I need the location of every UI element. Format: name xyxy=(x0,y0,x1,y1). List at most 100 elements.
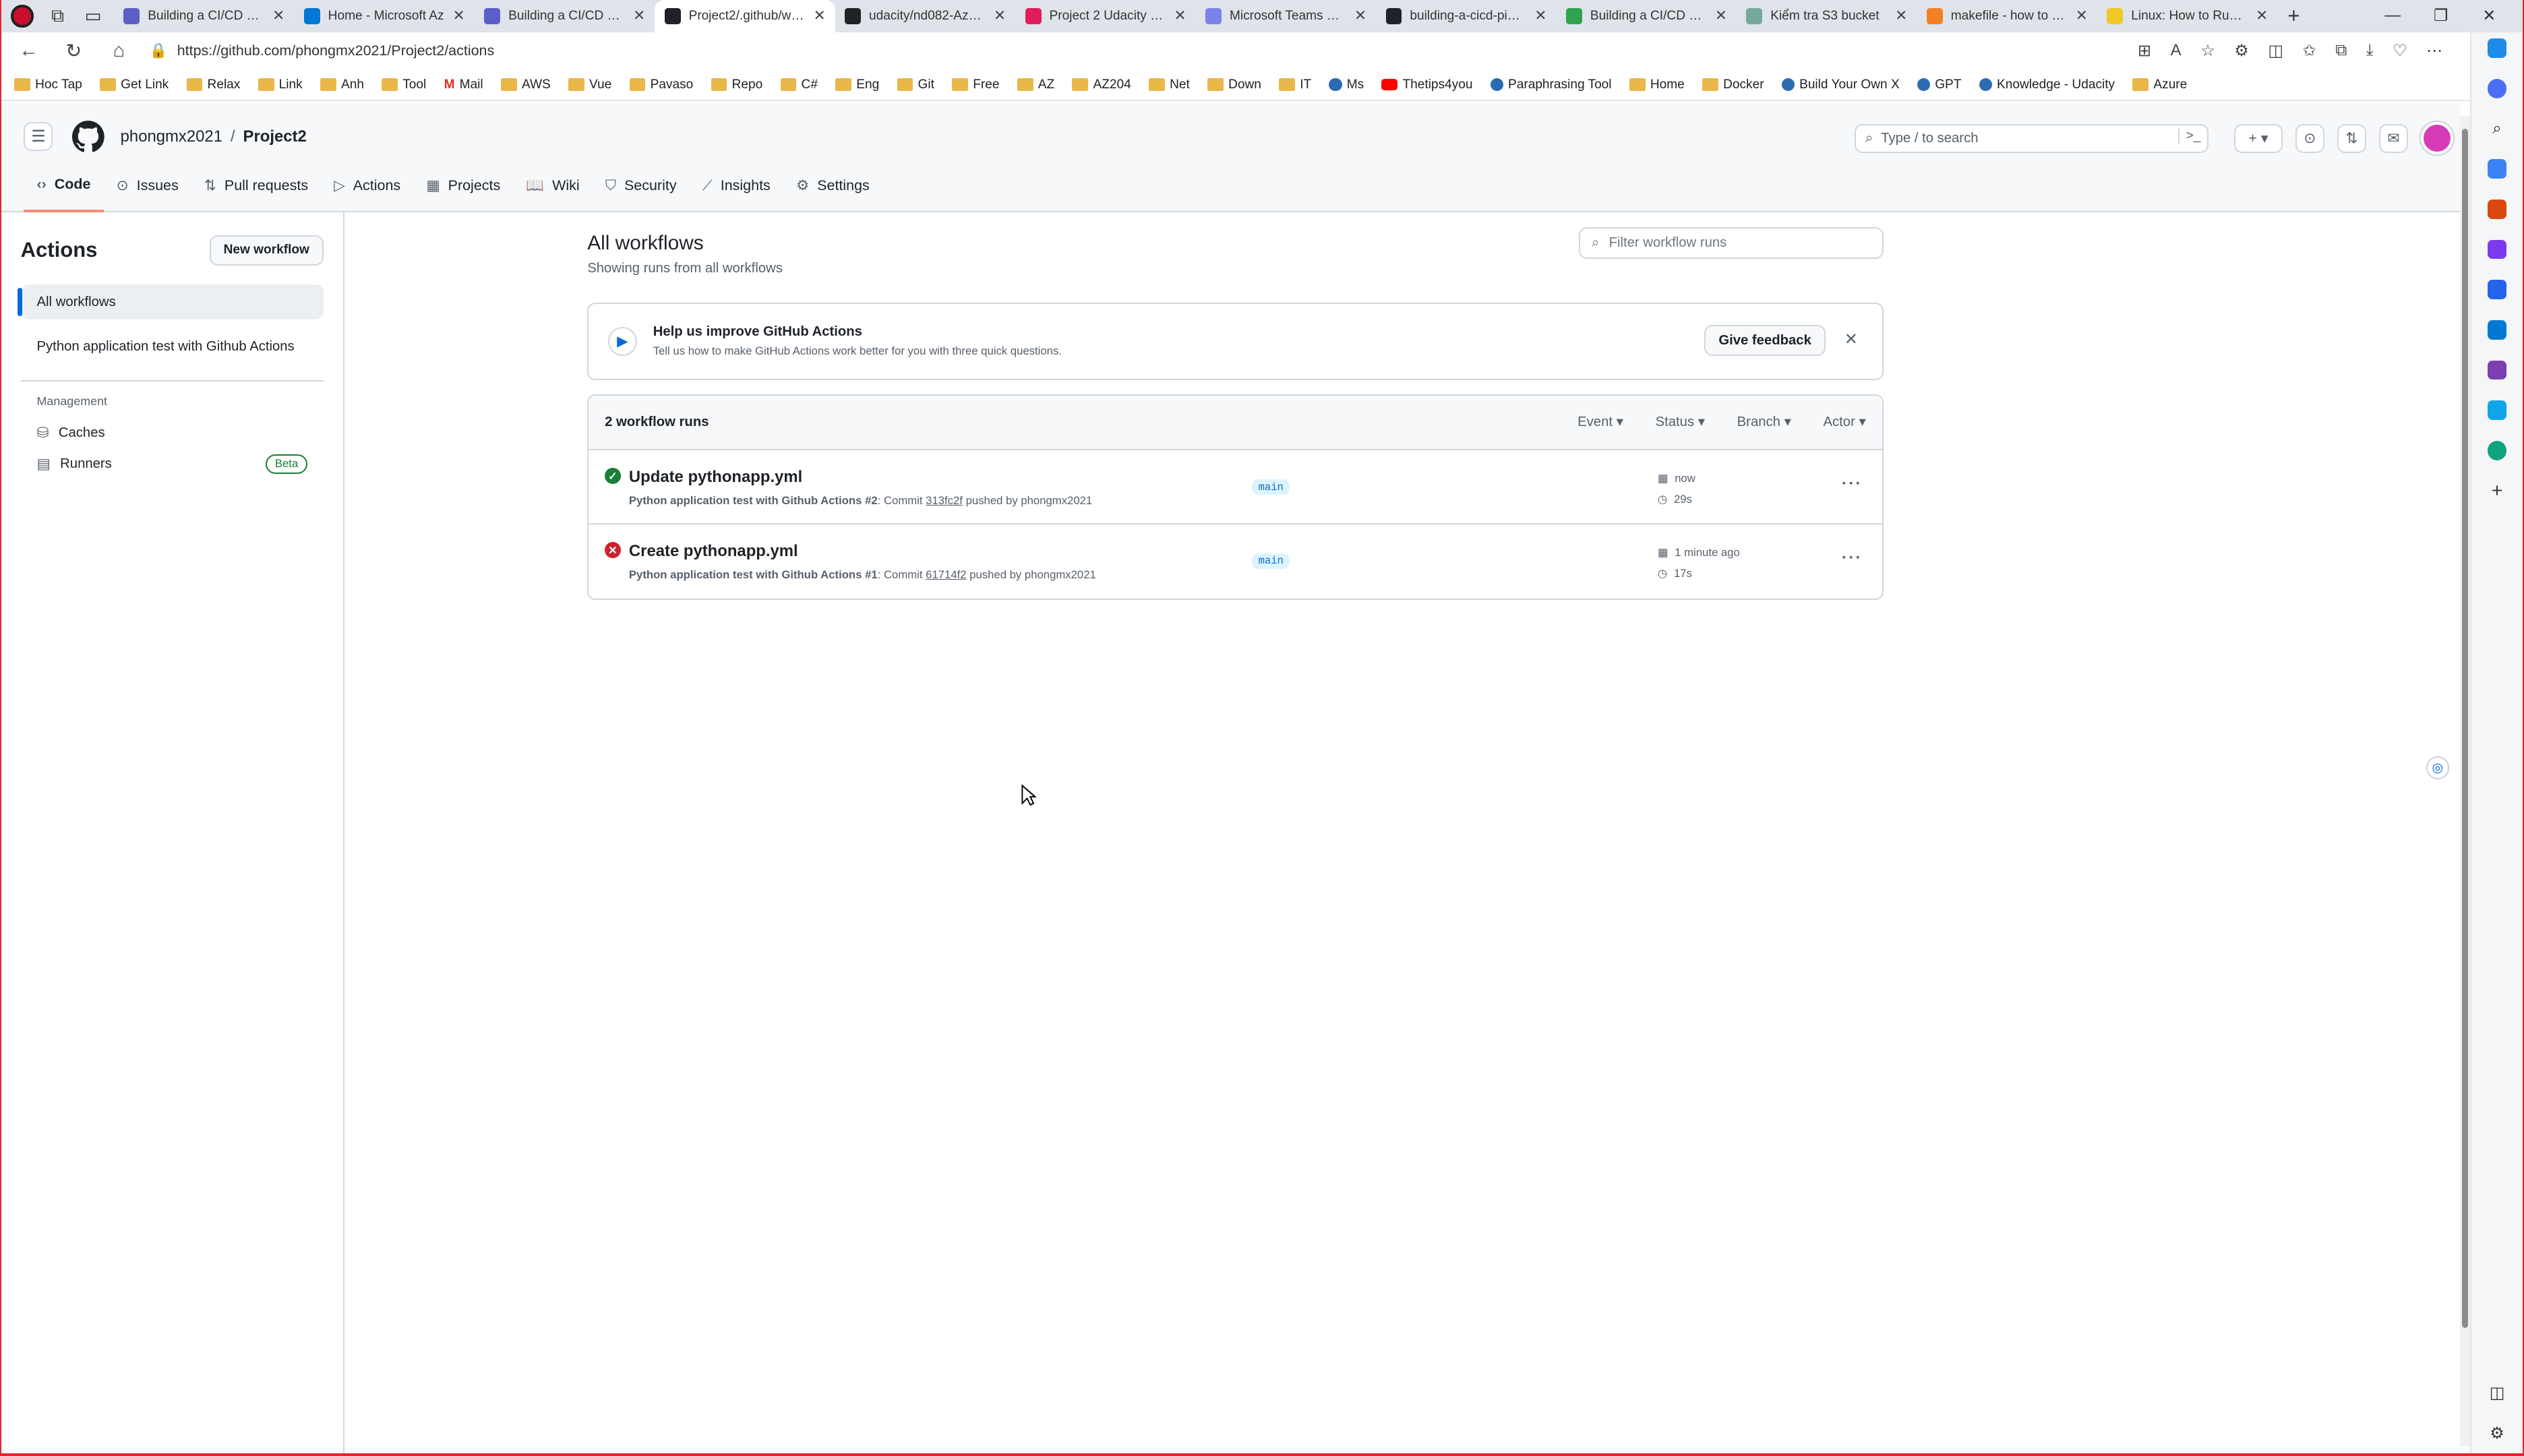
bookmark-item[interactable]: AWS xyxy=(500,78,551,92)
browser-tab[interactable]: Kiểm tra S3 bucket ✕ xyxy=(1737,0,1917,32)
command-palette-icon[interactable]: >_ xyxy=(2178,128,2200,144)
bookmark-item[interactable]: AZ xyxy=(1017,78,1054,92)
bookmark-item[interactable]: Pavaso xyxy=(629,78,693,92)
pull-requests-icon[interactable]: ⇅ xyxy=(2337,123,2366,153)
bookmark-item[interactable]: Repo xyxy=(711,78,762,92)
tab-close-icon[interactable]: ✕ xyxy=(1174,7,1186,24)
browser-tab[interactable]: Home - Microsoft Az ✕ xyxy=(295,0,475,32)
tab-close-icon[interactable]: ✕ xyxy=(994,7,1006,24)
bookmark-item[interactable]: Azure xyxy=(2132,78,2187,92)
commit-link[interactable]: 313fc2f xyxy=(926,494,963,507)
bookmark-item[interactable]: Home xyxy=(1629,78,1685,92)
extensions-icon[interactable]: ⚙ xyxy=(2234,41,2248,61)
search-icon[interactable]: ⌕ xyxy=(2488,119,2507,139)
sidebar-item-workflow[interactable]: Python application test with Github Acti… xyxy=(21,329,324,364)
bookmark-item[interactable]: Git xyxy=(897,78,934,92)
filter-actor-dropdown[interactable]: Actor ▾ xyxy=(1824,413,1866,430)
home-icon[interactable]: ⌂ xyxy=(104,40,133,62)
profile-icon[interactable] xyxy=(8,3,37,29)
bookmark-item[interactable]: Paraphrasing Tool xyxy=(1490,78,1612,92)
browser-essentials-icon[interactable]: ♡ xyxy=(2393,41,2407,61)
tab-code[interactable]: ‹› Code xyxy=(24,171,104,213)
browser-tab[interactable]: makefile - how to "ex ✕ xyxy=(1917,0,2097,32)
bookmark-item[interactable]: Link xyxy=(258,78,303,92)
run-title-link[interactable]: Update pythonapp.yml xyxy=(629,468,802,487)
browser-tab[interactable]: Linux: How to Run mu ✕ xyxy=(2097,0,2277,32)
bookmark-item[interactable]: Net xyxy=(1149,78,1190,92)
branch-badge[interactable]: main xyxy=(1252,479,1290,495)
tab-close-icon[interactable]: ✕ xyxy=(814,7,826,24)
tab-close-icon[interactable]: ✕ xyxy=(1895,7,1907,24)
toolbox-icon[interactable] xyxy=(2487,199,2507,219)
bookmark-item[interactable]: Tool xyxy=(382,78,426,92)
bookmark-item[interactable]: Get Link xyxy=(100,78,169,92)
owner-link[interactable]: phongmx2021 xyxy=(121,127,222,146)
designer-icon[interactable] xyxy=(2487,360,2507,380)
browser-tab[interactable]: building-a-cicd-pipeli ✕ xyxy=(1376,0,1556,32)
give-feedback-button[interactable]: Give feedback xyxy=(1704,324,1826,357)
settings-more-icon[interactable]: ⋯ xyxy=(2426,41,2442,61)
sidebar-item-caches[interactable]: ⛁ Caches xyxy=(21,418,324,448)
run-title-link[interactable]: Create pythonapp.yml xyxy=(629,542,798,561)
bookmark-item[interactable]: Docker xyxy=(1702,78,1764,92)
tab-close-icon[interactable]: ✕ xyxy=(1354,7,1366,24)
tab-insights[interactable]: ⟋ Insights xyxy=(690,171,783,212)
favorite-star-icon[interactable]: ☆ xyxy=(2200,41,2215,61)
browser-tab[interactable]: Project2/.github/work ✕ xyxy=(655,0,835,32)
copilot-icon[interactable] xyxy=(2487,38,2507,58)
sidebar-layout-icon[interactable]: ◫ xyxy=(2488,1384,2507,1403)
scrollbar-thumb[interactable] xyxy=(2461,129,2469,1329)
refresh-icon[interactable]: ↻ xyxy=(59,39,88,63)
commit-link[interactable]: 61714f2 xyxy=(926,568,966,581)
bookmark-item[interactable]: Hoc Tap xyxy=(14,78,82,92)
bookmark-item[interactable]: M Mail xyxy=(444,78,483,92)
tab-close-icon[interactable]: ✕ xyxy=(1534,7,1546,24)
create-new-button[interactable]: + ▾ xyxy=(2234,123,2283,153)
tab-actions[interactable]: ▷ Actions xyxy=(321,171,413,212)
bookmark-item[interactable]: Anh xyxy=(320,78,364,92)
more-options-icon[interactable]: ··· xyxy=(1842,549,1863,568)
close-icon[interactable]: ✕ xyxy=(1844,330,1858,349)
issues-icon[interactable]: ⊙ xyxy=(2295,123,2324,153)
workspaces-icon[interactable]: ⧉ xyxy=(43,3,72,29)
more-options-icon[interactable]: ··· xyxy=(1842,475,1863,493)
tab-settings[interactable]: ⚙ Settings xyxy=(783,171,882,212)
tab-issues[interactable]: ⊙ Issues xyxy=(104,171,191,212)
url-field[interactable]: 🔒 https://github.com/phongmx2021/Project… xyxy=(150,42,2122,59)
sidebar-settings-icon[interactable]: ⚙ xyxy=(2488,1424,2507,1444)
browser-tab[interactable]: Project 2 Udacity | Tr ✕ xyxy=(1015,0,1195,32)
bookmark-item[interactable]: Vue xyxy=(568,78,611,92)
maximize-icon[interactable]: ❐ xyxy=(2417,6,2465,26)
tab-close-icon[interactable]: ✕ xyxy=(1715,7,1727,24)
browser-tab[interactable]: Building a CI/CD Pipe ✕ xyxy=(475,0,655,32)
add-sidebar-app-icon[interactable]: + xyxy=(2488,481,2507,501)
tab-close-icon[interactable]: ✕ xyxy=(272,7,284,24)
bookmark-item[interactable]: AZ204 xyxy=(1072,78,1131,92)
filter-event-dropdown[interactable]: Event ▾ xyxy=(1578,413,1623,430)
workflow-run-row[interactable]: ✕ Create pythonapp.yml Python applicatio… xyxy=(589,524,1882,599)
back-icon[interactable]: ← xyxy=(14,40,43,62)
bookmark-item[interactable]: Down xyxy=(1207,78,1261,92)
workflow-run-row[interactable]: ✓ Update pythonapp.yml Python applicatio… xyxy=(589,450,1882,525)
repo-link[interactable]: Project2 xyxy=(243,127,307,146)
bookmark-item[interactable]: Ms xyxy=(1329,78,1364,92)
tab-close-icon[interactable]: ✕ xyxy=(633,7,645,24)
tab-close-icon[interactable]: ✕ xyxy=(2076,7,2088,24)
tab-wiki[interactable]: 📖 Wiki xyxy=(513,171,592,212)
sidebar-item-all-workflows[interactable]: All workflows xyxy=(17,284,324,320)
bookmark-item[interactable]: IT xyxy=(1279,78,1311,92)
copilot-float-icon[interactable]: ◎ xyxy=(2426,756,2449,779)
bookmark-item[interactable]: Free xyxy=(952,78,1000,92)
browser-tab[interactable]: Building a CI/CD Pipe ✕ xyxy=(1557,0,1737,32)
tab-close-icon[interactable]: ✕ xyxy=(453,7,465,24)
bookmark-item[interactable]: Eng xyxy=(835,78,879,92)
collections-icon[interactable]: ⧉ xyxy=(2335,41,2347,61)
page-scrollbar[interactable] xyxy=(2460,115,2470,1447)
split-screen-icon[interactable]: ◫ xyxy=(2268,41,2283,61)
bookmark-item[interactable]: GPT xyxy=(1917,78,1961,92)
menu-icon[interactable]: ☰ xyxy=(24,122,53,152)
new-workflow-button[interactable]: New workflow xyxy=(209,235,324,266)
tab-security[interactable]: ⛉ Security xyxy=(593,171,690,212)
inbox-icon[interactable]: ✉ xyxy=(2378,123,2408,153)
favorites-icon[interactable]: ✩ xyxy=(2303,41,2316,61)
